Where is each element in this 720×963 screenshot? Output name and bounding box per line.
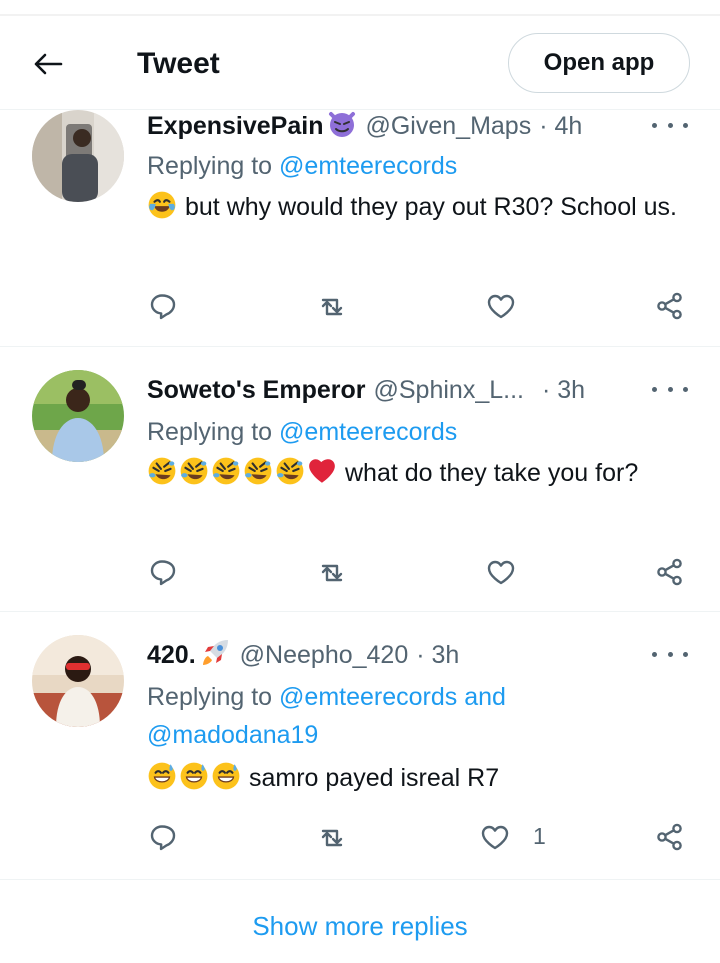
replying-to-line-2: @madodana19 bbox=[147, 717, 318, 753]
tweet-item[interactable]: Soweto's Emperor @Sphinx_L... · 3h Reply… bbox=[0, 347, 720, 612]
retweet-icon[interactable] bbox=[312, 817, 352, 857]
sweat-smile-emoji-icon bbox=[147, 761, 177, 791]
rofl-emoji-icon bbox=[179, 456, 209, 486]
user-handle[interactable]: @Neepho_420 bbox=[240, 641, 409, 670]
avatar[interactable] bbox=[32, 635, 124, 727]
tweet-body: what do they take you for? bbox=[345, 459, 639, 487]
user-handle[interactable]: @Sphinx_L... bbox=[374, 376, 524, 405]
devil-emoji-icon bbox=[327, 108, 357, 145]
replying-to: Replying to @emteerecords bbox=[147, 148, 457, 184]
sweat-smile-emoji-icon bbox=[179, 761, 209, 791]
sweat-smile-emoji-icon bbox=[211, 761, 241, 791]
avatar[interactable] bbox=[32, 110, 124, 202]
like-icon[interactable] bbox=[475, 817, 515, 857]
display-name[interactable]: Soweto's Emperor bbox=[147, 376, 366, 405]
open-app-button[interactable]: Open app bbox=[508, 33, 690, 93]
more-icon[interactable] bbox=[652, 110, 688, 140]
mention-link[interactable]: @emteerecords bbox=[279, 152, 457, 180]
share-icon[interactable] bbox=[650, 817, 690, 857]
more-icon[interactable] bbox=[652, 374, 688, 404]
reply-icon[interactable] bbox=[143, 552, 183, 592]
user-handle[interactable]: @Given_Maps bbox=[365, 112, 531, 141]
replying-to-label: Replying to bbox=[147, 683, 280, 711]
like-count: 1 bbox=[533, 823, 546, 849]
reply-icon[interactable] bbox=[143, 817, 183, 857]
replying-to-label: Replying to bbox=[147, 418, 280, 446]
retweet-icon[interactable] bbox=[312, 286, 352, 326]
status-divider bbox=[0, 14, 720, 16]
like-icon[interactable] bbox=[481, 552, 521, 592]
tweet-header: Soweto's Emperor @Sphinx_L... · 3h bbox=[147, 372, 585, 408]
avatar[interactable] bbox=[32, 370, 124, 462]
rofl-emoji-icon bbox=[243, 456, 273, 486]
tweet-header: ExpensivePain @Given_Maps · 4h bbox=[147, 108, 582, 144]
tweet-actions bbox=[0, 552, 720, 592]
tweet-body: but why would they pay out R30? School u… bbox=[185, 193, 677, 221]
tweet-time[interactable]: · 4h bbox=[539, 112, 582, 141]
rofl-emoji-icon bbox=[275, 456, 305, 486]
mention-link[interactable]: @emteerecords and bbox=[279, 683, 506, 711]
joy-emoji-icon bbox=[147, 190, 177, 220]
page-title: Tweet bbox=[137, 47, 220, 80]
reply-icon[interactable] bbox=[143, 286, 183, 326]
tweet-time[interactable]: · 3h bbox=[542, 376, 585, 405]
rofl-emoji-icon bbox=[147, 456, 177, 486]
mention-link[interactable]: @emteerecords bbox=[279, 418, 457, 446]
broken-heart-emoji-icon bbox=[309, 459, 335, 484]
tweet-item[interactable]: 420. @Neepho_420 · 3h Replying to @emtee… bbox=[0, 612, 720, 880]
tweet-text: what do they take you for? bbox=[147, 454, 687, 492]
replying-to: Replying to @emteerecords bbox=[147, 414, 457, 450]
like-icon[interactable] bbox=[481, 286, 521, 326]
rocket-emoji-icon bbox=[200, 636, 232, 675]
display-name[interactable]: ExpensivePain bbox=[147, 112, 323, 141]
display-name[interactable]: 420. bbox=[147, 641, 196, 670]
tweet-actions: 1 bbox=[0, 817, 720, 857]
back-arrow-icon[interactable] bbox=[28, 44, 68, 84]
replying-to-label: Replying to bbox=[147, 152, 280, 180]
share-icon[interactable] bbox=[650, 552, 690, 592]
tweet-actions bbox=[0, 286, 720, 326]
share-icon[interactable] bbox=[650, 286, 690, 326]
show-more-replies-link[interactable]: Show more replies bbox=[0, 906, 720, 946]
tweet-header: 420. @Neepho_420 · 3h bbox=[147, 637, 459, 673]
top-bar: Tweet Open app bbox=[0, 0, 720, 110]
retweet-icon[interactable] bbox=[312, 552, 352, 592]
more-icon[interactable] bbox=[652, 639, 688, 669]
tweet-body: samro payed isreal R7 bbox=[249, 764, 500, 792]
tweet-text: but why would they pay out R30? School u… bbox=[147, 188, 687, 226]
mention-link[interactable]: @madodana19 bbox=[147, 721, 318, 749]
tweet-text: samro payed isreal R7 bbox=[147, 759, 687, 797]
replying-to: Replying to @emteerecords and bbox=[147, 679, 506, 715]
rofl-emoji-icon bbox=[211, 456, 241, 486]
tweet-item[interactable]: ExpensivePain @Given_Maps · 4h Replying … bbox=[0, 95, 720, 347]
tweet-time[interactable]: · 3h bbox=[416, 641, 459, 670]
